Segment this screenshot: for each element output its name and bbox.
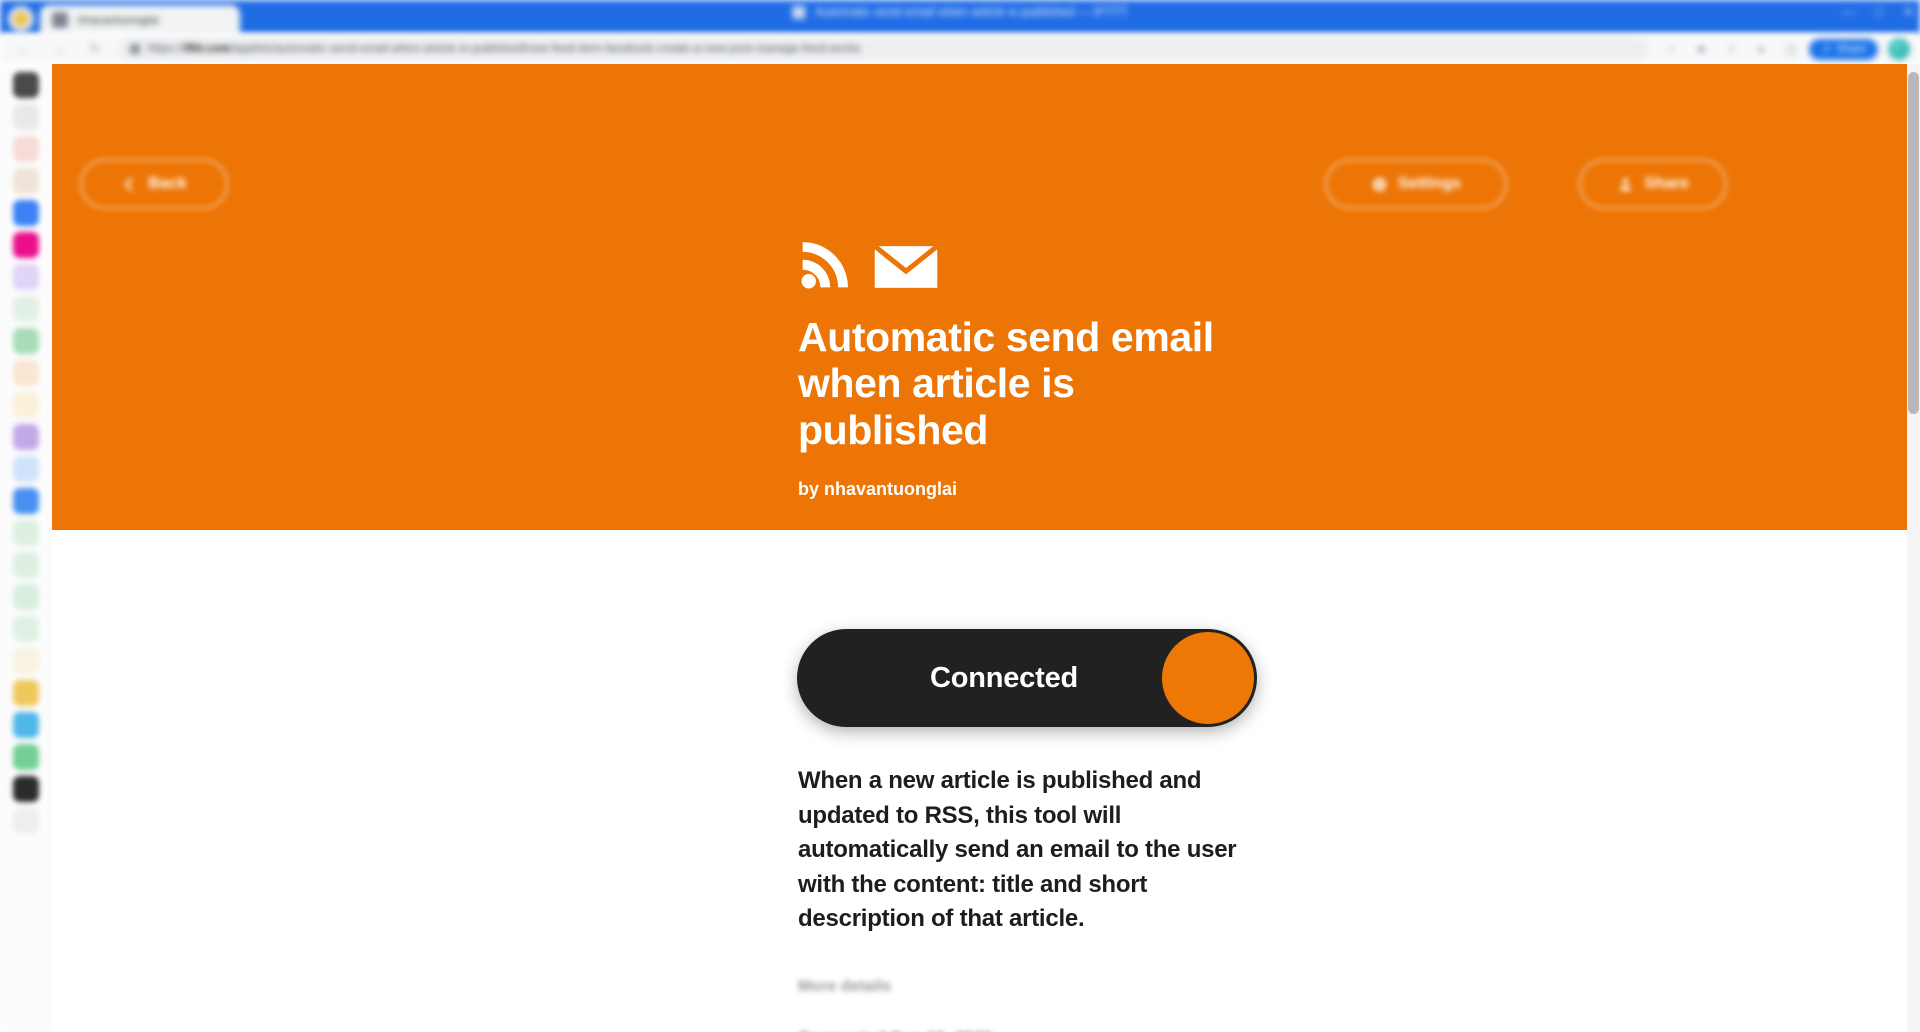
sidebar-app-pale-tan-icon[interactable]: [12, 168, 39, 194]
sidebar-app-mint-1-icon[interactable]: [12, 520, 39, 546]
sidebar-app-ivory-icon[interactable]: [12, 648, 39, 674]
sidebar-app-add-icon[interactable]: [12, 808, 39, 834]
page-title: Automatic send email when article is pub…: [798, 314, 1214, 453]
toolbar-share-button[interactable]: ↗ Share: [1809, 38, 1878, 60]
author-byline: by nhavantuonglai: [798, 478, 958, 499]
arrow-left-icon[interactable]: ←: [10, 38, 36, 60]
address-bar[interactable]: https://ifttt.com/applets/automatic-send…: [118, 38, 1650, 60]
sidebar-app-mint-3-icon[interactable]: [12, 584, 39, 610]
page-scrollbar-thumb[interactable]: [1908, 72, 1919, 414]
person-share-icon: [1620, 177, 1632, 191]
app-sidebar: [0, 64, 52, 1032]
sidebar-app-peach-icon[interactable]: [12, 360, 39, 386]
tab-favicon-icon: [52, 11, 68, 28]
url-text: https://ifttt.com/applets/automatic-send…: [148, 43, 861, 55]
sidebar-app-mint-2-icon[interactable]: [12, 552, 39, 578]
minimize-icon[interactable]: —: [1842, 4, 1855, 20]
back-button-label: Back: [148, 175, 187, 192]
rss-icon: [801, 242, 848, 289]
browser-tab[interactable]: nhavantuonglai: [40, 5, 240, 34]
window-app-icon: [792, 5, 806, 19]
toggle-knob[interactable]: [1162, 632, 1254, 724]
connection-toggle[interactable]: Connected: [797, 629, 1257, 727]
users-count-value: 4: [824, 533, 835, 554]
profile-icon[interactable]: ●: [1749, 38, 1773, 60]
close-icon[interactable]: ✕: [1903, 4, 1914, 20]
sidebar-app-light-gray-icon[interactable]: [12, 104, 39, 130]
sidebar-app-gold-icon[interactable]: [12, 680, 39, 706]
share-button-label: Share: [1644, 175, 1689, 192]
share-icon: ↗: [1821, 43, 1831, 56]
connected-date: Connected Sep 10, 2020: [798, 1026, 1003, 1032]
toolbar-share-label: Share: [1836, 43, 1866, 55]
sidebar-app-cyan-icon[interactable]: [12, 712, 39, 738]
gear-icon: [1373, 177, 1386, 191]
tab-title: nhavantuonglai: [77, 12, 159, 27]
sidebar-app-blue-icon[interactable]: [12, 200, 39, 226]
bookmark-star-icon[interactable]: ☆: [1659, 38, 1683, 60]
arrow-right-icon[interactable]: →: [46, 38, 72, 60]
maximize-icon[interactable]: □: [1875, 4, 1883, 20]
sidebar-app-dark-icon[interactable]: [12, 72, 39, 98]
page-content: Back Settings Share Automatic send email…: [52, 64, 1907, 1032]
downloads-icon[interactable]: ⇩: [1719, 38, 1743, 60]
sidebar-app-black-icon[interactable]: [12, 776, 39, 802]
settings-button[interactable]: Settings: [1325, 159, 1507, 209]
chevron-left-icon: [125, 177, 134, 191]
more-details-link[interactable]: More details: [798, 978, 891, 996]
browser-app-logo-icon: [8, 6, 34, 32]
sidebar-app-sky-pale-icon[interactable]: [12, 456, 39, 482]
sidebar-app-lavender-icon[interactable]: [12, 264, 39, 290]
users-count: 4: [798, 534, 1268, 555]
applet-meta-dates: Connected Sep 10, 2020 Last activity Sep…: [798, 1026, 1003, 1032]
sidebar-app-blue-bright-icon[interactable]: [12, 488, 39, 514]
sidebar-app-green-icon[interactable]: [12, 328, 39, 354]
sidebar-app-pale-red-icon[interactable]: [12, 136, 39, 162]
sidebar-app-mint-4-icon[interactable]: [12, 616, 39, 642]
window-title-text: Automatic send email when article is pub…: [815, 5, 1128, 19]
extensions-puzzle-icon[interactable]: ■: [1689, 38, 1713, 60]
sidebar-app-magenta-icon[interactable]: [12, 232, 39, 258]
browser-toolbar: ← → ↻ https://ifttt.com/applets/automati…: [0, 34, 1920, 64]
account-avatar-icon[interactable]: [1888, 38, 1910, 60]
person-icon: [799, 536, 814, 553]
envelope-icon: [873, 244, 939, 288]
window-controls[interactable]: — □ ✕: [1842, 4, 1914, 20]
split-view-icon[interactable]: ◫: [1779, 38, 1803, 60]
sidebar-app-cream-icon[interactable]: [12, 392, 39, 418]
hero-content: Automatic send email when article is pub…: [798, 234, 1268, 555]
sidebar-app-mint-pale-icon[interactable]: [12, 296, 39, 322]
sidebar-app-green-2-icon[interactable]: [12, 744, 39, 770]
connection-toggle-wrap: Connected: [797, 629, 1257, 727]
connection-toggle-label: Connected: [929, 661, 1079, 694]
reload-icon[interactable]: ↻: [82, 38, 108, 60]
back-button[interactable]: Back: [80, 159, 228, 209]
share-button[interactable]: Share: [1579, 159, 1727, 209]
lock-icon: [130, 44, 140, 54]
service-icons: [798, 234, 1268, 292]
settings-button-label: Settings: [1397, 175, 1462, 192]
sidebar-app-purple-icon[interactable]: [12, 424, 39, 450]
browser-titlebar: nhavantuonglai Automatic send email when…: [0, 0, 1920, 34]
applet-description: When a new article is published and upda…: [798, 767, 1237, 933]
window-title: Automatic send email when article is pub…: [792, 5, 1128, 19]
